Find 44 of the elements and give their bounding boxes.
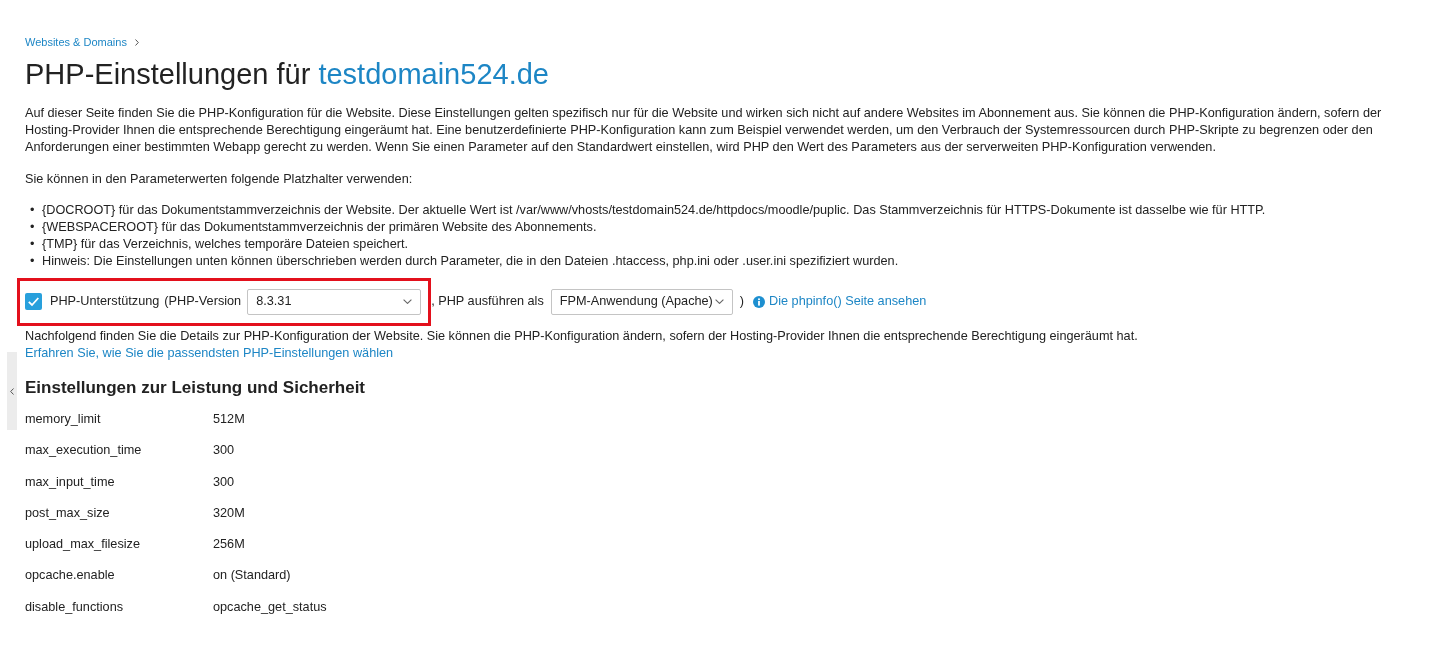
setting-value: on (Standard): [213, 567, 291, 585]
caret-icon: [403, 299, 413, 304]
sidebar-toggle[interactable]: [7, 352, 17, 430]
php-support-checkbox[interactable]: [25, 293, 42, 310]
setting-value: 300: [213, 442, 235, 460]
setting-value: 320M: [213, 504, 245, 522]
section-heading: Einstellungen zur Leistung und Sicherheit: [25, 377, 367, 399]
placeholder-item: {WEBSPACEROOT} für das Dokumentstammverzeichnis der primären Website des Abonnements.: [42, 219, 597, 236]
setting-value: 512M: [213, 411, 245, 428]
php-support-label: PHP-Unterstützung: [50, 293, 160, 310]
details-text: Nachfolgend finden Sie die Details zur PHP-Konfiguration der Website. Sie können die PHP-Konfiguration ändern, sofern der Hosting-Provider Ihnen die entsprechende Berechtigung eingeräumt hat. Erfahren Sie, wie Sie die passendsten PHP-Einstellungen wählen: [25, 327, 1139, 362]
breadcrumb-link[interactable]: Websites & Domains: [25, 34, 127, 50]
setting-name: upload_max_filesize: [25, 536, 141, 554]
setting-value: 300: [213, 473, 235, 491]
info-icon: [753, 295, 765, 308]
placeholder-item: Hinweis: Die Einstellungen unten können überschrieben werden durch Parameter, die in den Dateien .htaccess, php.ini oder .user.ini spezifiziert wurden.: [42, 253, 899, 270]
setting-name: disable_functions: [25, 598, 125, 616]
setting-name: post_max_size: [25, 504, 111, 522]
php-version-label: (PHP-Version: [164, 293, 242, 310]
bullet: •: [29, 253, 36, 270]
chevron-right-icon: [134, 38, 139, 46]
setting-name: memory_limit: [25, 411, 102, 428]
setting-name: max_execution_time: [25, 442, 143, 460]
setting-name: opcache.enable: [25, 567, 116, 585]
setting-value: opcache_get_status: [213, 598, 327, 616]
bullet: •: [29, 236, 36, 253]
bullet: •: [29, 219, 36, 236]
php-version-select[interactable]: 8.3.31: [247, 288, 422, 315]
placeholder-item: {DOCROOT} für das Dokumentstammverzeichnis der Website. Der aktuelle Wert ist /var/www/vhosts/testdomain524.de/httpdocs/moodle/puplic. Das Stammverzeichnis für HTTPS-Dokumente ist dasselbe wie für HTTP.: [42, 202, 1266, 219]
intro-text: Auf dieser Seite finden Sie die PHP-Konfiguration für die Website. Diese Einstellungen gelten spezifisch nur für die Website und wirken sich nicht auf andere Websites im Abonnement aus. Sie können die PHP-Konfiguration ändern, sofern der Hosting-Provider Ihnen die entsprechende Berechtigung eingeräumt hat. Eine benutzerdefinierte PHP-Konfiguration kann zum Beispiel verwendet werden, um den Verbrauch der Systemressourcen durch PHP-Skripte zu begrenzen oder den Anforderungen einer bestimmten Webapp gerecht zu werden. Wenn Sie einen Parameter auf den Standardwert einstellen, wird PHP den Wert des Parameters aus der serverweiten PHP-Konfiguration verwenden.: [25, 105, 1383, 156]
closing-parenthesis: ): [739, 293, 744, 310]
placeholder-item: {TMP} für das Verzeichnis, welches temporäre Dateien speichert.: [42, 236, 408, 253]
setting-value: 256M: [213, 536, 245, 554]
placeholder-intro-text: Sie können in den Parameterwerten folgende Platzhalter verwenden:: [25, 171, 414, 188]
handler-select[interactable]: FPM-Anwendung (Apache): [550, 288, 733, 315]
run-as-label: , PHP ausführen als: [431, 293, 544, 310]
chevron-left-icon: [10, 387, 14, 395]
page-title: PHP-Einstellungen für: [25, 58, 311, 90]
phpinfo-link[interactable]: Die phpinfo() Seite ansehen: [769, 293, 927, 310]
setting-name: max_input_time: [25, 473, 116, 491]
bullet: •: [29, 202, 36, 219]
help-link[interactable]: Erfahren Sie, wie Sie die passendsten PHP-Einstellungen wählen: [25, 345, 394, 360]
caret-icon: [714, 299, 724, 304]
domain-name: testdomain524.de: [318, 58, 549, 90]
